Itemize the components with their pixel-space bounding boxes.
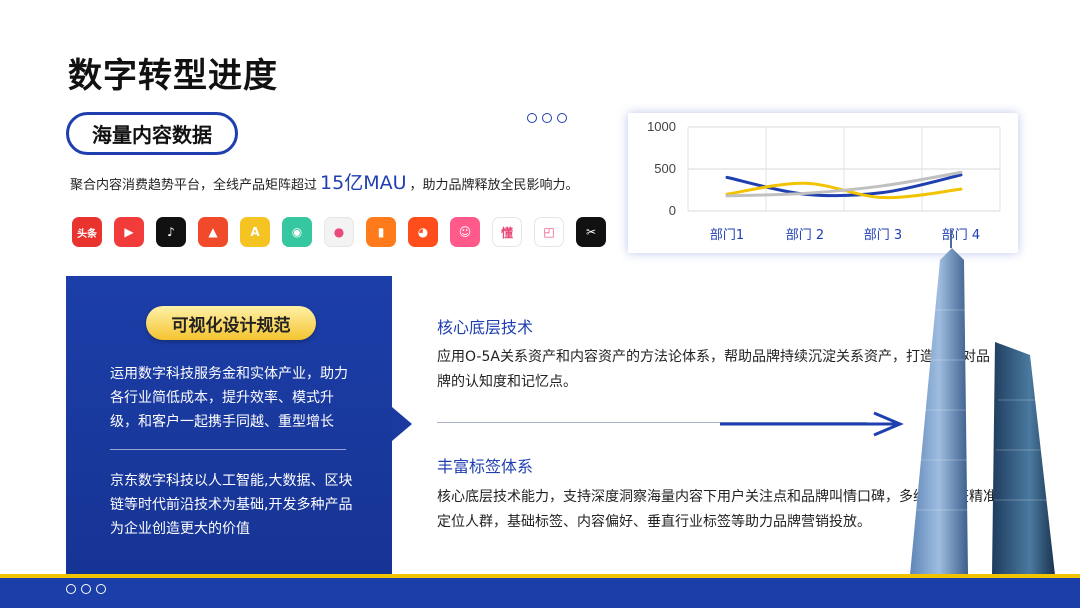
decorative-dots [527,113,567,123]
visual-design-pill: 可视化设计规范 [146,306,316,340]
footer-dots [66,584,106,594]
y-tick-label: 500 [654,161,676,176]
app-icon-row: 头条 ▶ ♪ ▲ A ◉ ● ▮ ◕ ☺ 懂 ◰ ✂ [72,217,606,247]
capcut-icon: ✂ [576,217,606,247]
desc-text-after: ，助力品牌释放全民影响力。 [409,178,579,193]
x-tick-label: 部门 2 [786,228,824,243]
panel-text-1: 运用数字科技服务金和实体产业，助力各行业简低成本，提升效率、模式升级，和客户一起… [110,366,348,430]
book-app-icon: ▮ [366,217,396,247]
platform-description: 聚合内容消费趋势平台，全线产品矩阵超过 15亿MAU ，助力品牌释放全民影响力。 [70,168,579,195]
frame-app-icon: ◰ [534,217,564,247]
x-tick-label: 部门1 [710,228,744,243]
y-tick-label: 0 [669,203,676,218]
mau-highlight: 15亿MAU [320,172,407,194]
dot-icon [542,113,552,123]
panel-divider [110,449,346,450]
footer-bar [0,574,1080,608]
panel-text-2: 京东数字科技以人工智能,大数据、区块链等时代前沿技术为基础,开发多种产品为企业创… [110,473,353,537]
section-title-tag-system: 丰富标签体系 [437,457,534,476]
fanqie-icon: A [240,217,270,247]
skyscraper-image [910,230,1055,575]
y-tick-label: 1000 [647,119,676,134]
panel-pointer-arrow [392,407,412,441]
dot-icon [96,584,106,594]
desc-text-before: 聚合内容消费趋势平台，全线产品矩阵超过 [70,178,318,193]
dot-icon [66,584,76,594]
dot-icon [81,584,91,594]
tomato-icon: ◕ [408,217,438,247]
douyin-icon: ♪ [156,217,186,247]
section-title-core-tech: 核心底层技术 [437,318,534,337]
dongchedi-icon: 懂 [492,217,522,247]
content-data-pill: 海量内容数据 [66,112,238,155]
dot-icon [557,113,567,123]
panda-icon: ◉ [282,217,312,247]
toutiao-icon: 头条 [72,217,102,247]
huoshan-icon: ▲ [198,217,228,247]
dot-icon [527,113,537,123]
pipixia-icon: ☺ [450,217,480,247]
page-title: 数字转型进度 [68,56,278,96]
circle-app-icon: ● [324,217,354,247]
xigua-icon: ▶ [114,217,144,247]
